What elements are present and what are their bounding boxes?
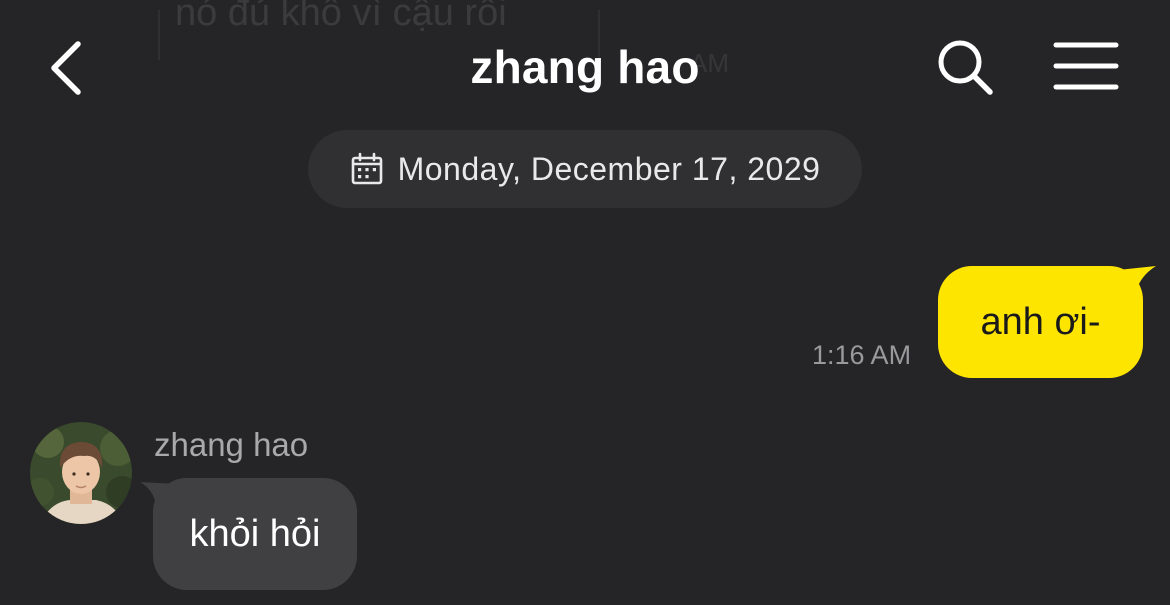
sender-name: zhang hao (154, 426, 309, 463)
date-text: Monday, December 17, 2029 (397, 150, 821, 187)
date-divider: Monday, December 17, 2029 (308, 130, 862, 208)
menu-button[interactable] (1052, 40, 1120, 92)
outgoing-message-bubble[interactable]: anh ơi- (938, 266, 1143, 378)
search-icon (938, 40, 993, 95)
avatar[interactable] (30, 422, 132, 524)
message-timestamp: 1:16 AM (812, 340, 912, 370)
hamburger-menu-icon (1053, 42, 1119, 90)
ghost-message-text: nó đủ khổ vì cậu rồi (175, 0, 507, 34)
calendar-icon (351, 152, 382, 185)
message-text: anh ơi- (980, 300, 1101, 343)
profile-photo (30, 422, 132, 524)
search-button[interactable] (934, 36, 996, 98)
incoming-message-bubble[interactable]: khỏi hỏi (153, 478, 357, 590)
message-text: khỏi hỏi (189, 512, 321, 555)
